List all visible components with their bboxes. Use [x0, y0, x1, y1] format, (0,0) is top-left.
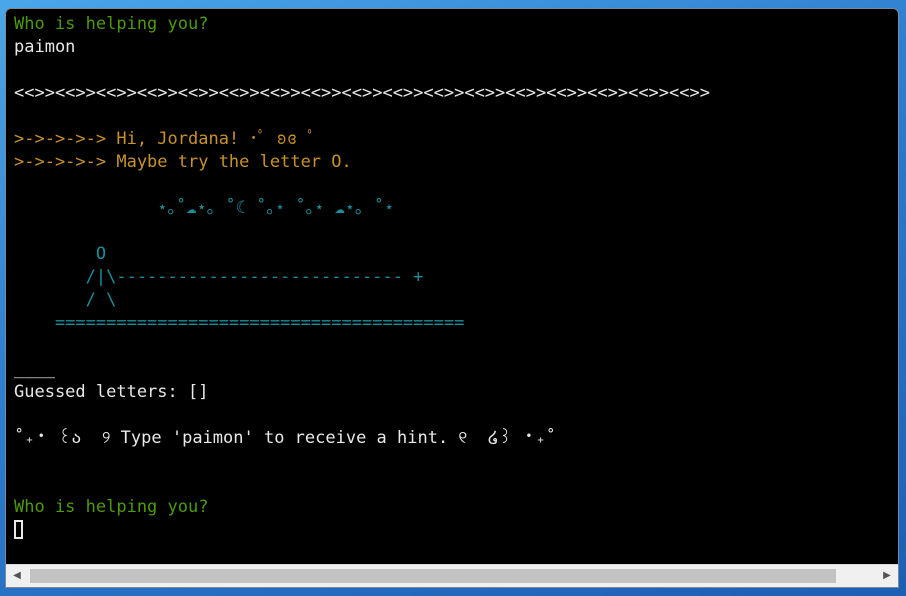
- terminal-line: ⋆｡˚☁︎⋆｡ ˚☾ ˚｡⋆ ˚｡⋆ ☁︎⋆｡ ˚⋆: [14, 198, 395, 218]
- terminal-line: O: [14, 244, 107, 264]
- terminal-line: ========================================: [14, 313, 465, 333]
- text-cursor: [14, 519, 23, 539]
- terminal-line: Who is helping you?: [14, 14, 209, 34]
- terminal-line: Who is helping you?: [14, 497, 209, 517]
- terminal-line: /|\---------------------------- +: [14, 267, 424, 287]
- terminal-line: >->->->-> Hi, Jordana! ･ﾟ ʚɞ ﾟ: [14, 129, 316, 149]
- terminal-line: ____: [14, 359, 55, 379]
- terminal-line: ˚₊‧ ꒰ა ୨ Type 'paimon' to receive a hint…: [14, 428, 556, 448]
- input-line[interactable]: [14, 519, 898, 542]
- terminal-window[interactable]: Who is helping you? paimon <<>><<>><<>><…: [5, 8, 899, 588]
- scrollbar-thumb[interactable]: [30, 569, 836, 583]
- terminal-output[interactable]: Who is helping you? paimon <<>><<>><<>><…: [6, 9, 898, 565]
- horizontal-scrollbar[interactable]: ◀ ▶: [6, 564, 898, 587]
- terminal-line: >->->->-> Maybe try the letter O.: [14, 152, 352, 172]
- arrow-right-icon[interactable]: ▶: [876, 565, 898, 587]
- terminal-line: Guessed letters: []: [14, 382, 209, 402]
- arrow-left-icon[interactable]: ◀: [6, 565, 28, 587]
- terminal-line: <<>><<>><<>><<>><<>><<>><<>><<>><<>><<>>…: [14, 83, 710, 103]
- terminal-line: / \: [14, 290, 117, 310]
- terminal-line: paimon: [14, 37, 76, 57]
